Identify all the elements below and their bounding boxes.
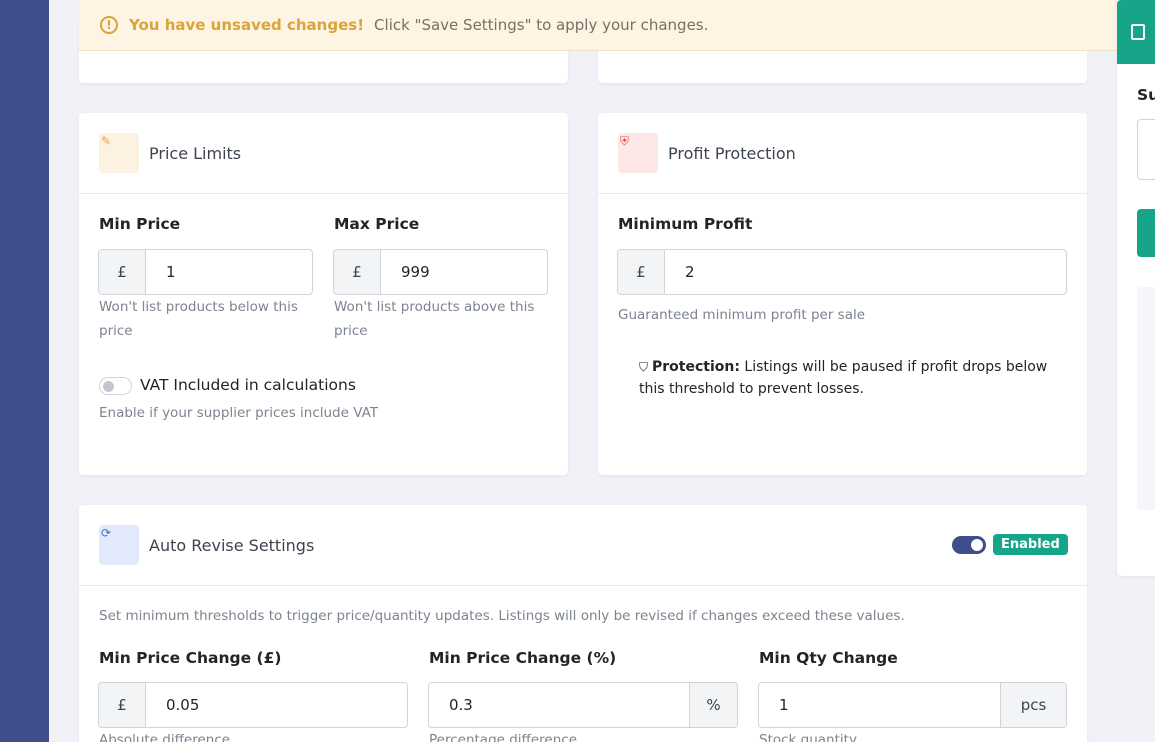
min-qty-change-input[interactable] xyxy=(759,683,1000,727)
auto-revise-card: ⟳ Auto Revise Settings Enabled Set minim… xyxy=(79,505,1087,742)
max-price-help: Won't list products above this price xyxy=(334,299,535,339)
alert-title: You have unsaved changes! xyxy=(129,16,365,34)
minimum-profit-input-group: £ xyxy=(617,249,1067,295)
shield-icon: ⛨ xyxy=(618,133,658,173)
protection-note-title: Protection: xyxy=(652,359,740,375)
min-qty-change-help: Stock quantity xyxy=(759,732,857,742)
price-limits-card: ✎ Price Limits Min Price £ Won't list pr… xyxy=(79,113,568,475)
max-price-input[interactable] xyxy=(381,250,547,294)
min-price-change-pct-input[interactable] xyxy=(429,683,689,727)
min-price-help: Won't list products below this price xyxy=(99,299,298,339)
calculator-panel: Su xyxy=(1117,0,1155,576)
min-price-change-abs-input-group: £ xyxy=(98,682,408,728)
max-price-label: Max Price xyxy=(334,215,420,233)
min-price-change-abs-input[interactable] xyxy=(146,683,407,727)
max-price-input-group: £ xyxy=(333,249,548,295)
min-price-change-pct-help: Percentage difference xyxy=(429,732,578,742)
minimum-profit-help: Guaranteed minimum profit per sale xyxy=(618,307,866,323)
auto-revise-toggle[interactable] xyxy=(952,536,986,554)
calculator-panel-button[interactable] xyxy=(1137,209,1155,257)
min-qty-change-input-group: pcs xyxy=(758,682,1067,728)
calculator-panel-label: Su xyxy=(1137,86,1155,104)
calculator-panel-result xyxy=(1137,287,1155,510)
unsaved-changes-alert: ! You have unsaved changes! Click "Save … xyxy=(79,0,1118,51)
min-price-change-abs-label: Min Price Change (£) xyxy=(99,649,282,667)
profit-protection-title: Profit Protection xyxy=(668,143,796,163)
auto-revise-header: ⟳ Auto Revise Settings xyxy=(79,505,1087,586)
protection-note: ⛉ Protection: Listings will be paused if … xyxy=(639,356,1059,400)
calculator-panel-input[interactable] xyxy=(1137,119,1155,180)
price-limits-title: Price Limits xyxy=(149,143,242,163)
min-price-change-abs-currency: £ xyxy=(99,683,146,727)
refresh-icon: ⟳ xyxy=(99,525,139,565)
vat-toggle[interactable] xyxy=(99,377,132,395)
vat-help: Enable if your supplier prices include V… xyxy=(99,405,379,421)
auto-revise-description: Set minimum thresholds to trigger price/… xyxy=(99,608,905,624)
alert-circle-icon: ! xyxy=(100,16,118,34)
max-price-currency: £ xyxy=(334,250,381,294)
profit-protection-card: ⛨ Profit Protection Minimum Profit £ Gua… xyxy=(598,113,1087,475)
min-qty-change-label: Min Qty Change xyxy=(759,649,898,667)
minimum-profit-input[interactable] xyxy=(665,250,1066,294)
status-badge: Enabled xyxy=(993,534,1068,555)
vat-label: VAT Included in calculations xyxy=(140,376,356,394)
min-price-change-pct-label: Min Price Change (%) xyxy=(429,649,617,667)
calculator-icon xyxy=(1131,24,1145,40)
min-price-input[interactable] xyxy=(146,250,312,294)
min-price-change-pct-suffix: % xyxy=(689,683,737,727)
shield-check-icon: ⛉ xyxy=(639,360,649,374)
min-price-currency: £ xyxy=(99,250,146,294)
min-price-change-pct-input-group: % xyxy=(428,682,738,728)
calculator-panel-header xyxy=(1117,0,1155,64)
ruler-icon: ✎ xyxy=(99,133,139,173)
profit-protection-header: ⛨ Profit Protection xyxy=(598,113,1087,194)
min-qty-change-suffix: pcs xyxy=(1000,683,1066,727)
minimum-profit-currency: £ xyxy=(618,250,665,294)
min-price-label: Min Price xyxy=(99,215,181,233)
auto-revise-title: Auto Revise Settings xyxy=(149,535,315,555)
minimum-profit-label: Minimum Profit xyxy=(618,215,753,233)
min-price-input-group: £ xyxy=(98,249,313,295)
sidebar xyxy=(0,0,49,742)
alert-message: Click "Save Settings" to apply your chan… xyxy=(374,16,709,34)
min-price-change-abs-help: Absolute difference xyxy=(99,732,231,742)
price-limits-header: ✎ Price Limits xyxy=(79,113,568,194)
